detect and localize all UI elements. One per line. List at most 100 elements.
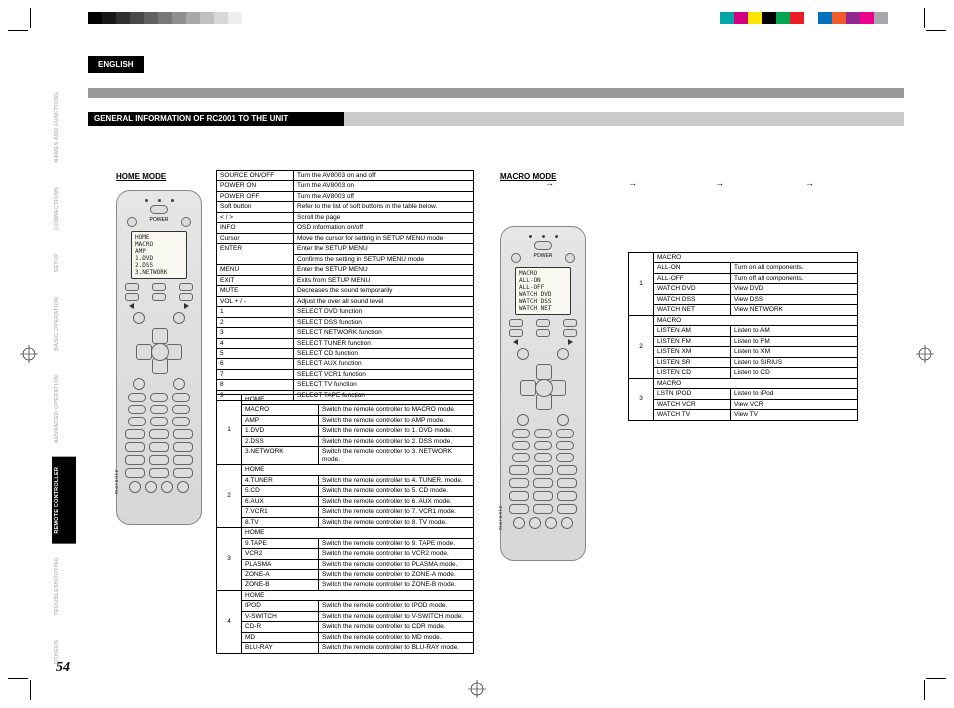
page-prev-icon <box>129 303 134 309</box>
cell-value: Switch the remote controller to V-SWITCH… <box>319 611 474 621</box>
table-home-functions: SOURCE ON/OFFTurn the AV8003 on and offP… <box>216 170 474 401</box>
cell-key: MACRO <box>654 378 858 388</box>
cell-key: 1 <box>217 307 294 317</box>
cell-key: 2 <box>217 317 294 327</box>
cell-value: Scroll the page <box>294 212 474 222</box>
cell-key: 6.AUX <box>242 496 319 506</box>
cell-value: Listen to AM <box>731 326 858 336</box>
cell-key: 9.TAPE <box>242 538 319 548</box>
cell-value: View DVD <box>731 284 858 294</box>
remote-home: POWER HOMEMACROAMP1.DVD2.DSS3.NETWORK ma… <box>116 190 202 525</box>
cell-value: Listen to FM <box>731 336 858 346</box>
cell-value: View NETWORK <box>731 305 858 315</box>
cell-value: Turn the AV8003 on <box>294 181 474 191</box>
arrow-right-icon: → <box>628 178 637 188</box>
page-number: 54 <box>56 660 70 676</box>
cell-group-index: 3 <box>629 378 654 420</box>
screen-line: 1.DVD <box>135 255 183 262</box>
cell-value: Switch the remote controller to 6. AUX m… <box>319 496 474 506</box>
menu-button <box>133 378 145 390</box>
cell-key: SOURCE ON/OFF <box>217 171 294 181</box>
cell-key: WATCH TV <box>654 410 731 420</box>
cell-key: WATCH NET <box>654 305 731 315</box>
cell-value: Listen to SIRIUS <box>731 357 858 367</box>
arrow-right-icon: → <box>715 178 724 188</box>
screen-line: MACRO <box>519 270 567 277</box>
page-arrows <box>123 303 195 309</box>
cell-group-index: 1 <box>217 395 242 465</box>
brand-label: marantz <box>498 505 504 530</box>
cell-key: VOL + / - <box>217 296 294 306</box>
power-label: POWER <box>150 217 169 227</box>
soft-buttons-row <box>123 283 195 291</box>
crop-mark <box>926 678 946 679</box>
cell-value: View DSS <box>731 294 858 304</box>
cell-value: SELECT DVD function <box>294 307 474 317</box>
cell-key: LSTN IPOD <box>654 389 731 399</box>
cell-value: Refer to the list of soft buttons in the… <box>294 202 474 212</box>
soft-buttons-row <box>123 293 195 301</box>
screen-line: WATCH DSS <box>519 298 567 305</box>
side-tab: NAMES AND FUNCTIONS <box>52 82 76 173</box>
cell-value: Switch the remote controller to ZONE-B m… <box>319 580 474 590</box>
cell-value: SELECT AUX function <box>294 359 474 369</box>
cell-key: HOME <box>242 590 474 600</box>
cell-key: POWER OFF <box>217 191 294 201</box>
remote-screen-macro: MACROALL-ONALL-OFFWATCH DVDWATCH DSSWATC… <box>515 267 571 315</box>
cell-value: Listen to iPod <box>731 389 858 399</box>
color-strip <box>720 12 888 24</box>
crop-mark <box>8 30 28 31</box>
cell-value: Switch the remote controller to 3. NETWO… <box>319 447 474 465</box>
cell-key: LISTEN XM <box>654 347 731 357</box>
cell-key: MENU <box>217 265 294 275</box>
screen-line: HOME <box>135 234 183 241</box>
cell-key: 7.VCR1 <box>242 507 319 517</box>
table-macro: 1MACROALL-ONTurn on all components.ALL-O… <box>628 252 858 421</box>
language-label: ENGLISH <box>88 56 144 73</box>
screen-line: 2.DSS <box>135 262 183 269</box>
cell-value: Confirms the setting in SETUP MENU mode <box>294 254 474 264</box>
arrow-right-icon: → <box>545 178 554 188</box>
screen-line: 3.NETWORK <box>135 269 183 276</box>
cell-key: V-SWITCH <box>242 611 319 621</box>
crop-mark <box>924 680 925 700</box>
cell-group-index: 4 <box>217 590 242 653</box>
cell-value: Adjust the over all sound level <box>294 296 474 306</box>
cell-key: LISTEN SR <box>654 357 731 367</box>
screen-line: WATCH DVD <box>519 291 567 298</box>
cell-key: WATCH VCR <box>654 399 731 409</box>
screen-line: ALL-ON <box>519 277 567 284</box>
cell-value: View VCR <box>731 399 858 409</box>
exit-button <box>173 378 185 390</box>
cell-value: View TV <box>731 410 858 420</box>
cell-value: SELECT DSS function <box>294 317 474 327</box>
cell-key: 5.CD <box>242 486 319 496</box>
cell-value: Switch the remote controller to 1. DVD m… <box>319 426 474 436</box>
cell-key: POWER ON <box>217 181 294 191</box>
cell-value: Exits from SETUP MENU <box>294 275 474 285</box>
section-header: GENERAL INFORMATION OF RC2001 TO THE UNI… <box>88 112 904 126</box>
header-divider <box>88 88 904 98</box>
side-nav: NAMES AND FUNCTIONSCONNECTIONSSETUPBASIC… <box>52 82 76 675</box>
cell-key: ZONE-A <box>242 569 319 579</box>
cell-value: Enter the SETUP MENU <box>294 244 474 254</box>
cell-key: 5 <box>217 348 294 358</box>
dpad <box>136 328 182 374</box>
cell-key: 3 <box>217 328 294 338</box>
cell-key: < / > <box>217 212 294 222</box>
cell-key: HOME <box>242 528 474 538</box>
cell-value: SELECT CD function <box>294 348 474 358</box>
cell-value: Enter the SETUP MENU <box>294 265 474 275</box>
screen-line: ALL-OFF <box>519 284 567 291</box>
cell-group-index: 2 <box>629 315 654 378</box>
cell-key: MD <box>242 632 319 642</box>
remote-macro: POWER MACROALL-ONALL-OFFWATCH DVDWATCH D… <box>500 226 586 561</box>
cell-value: SELECT NETWORK function <box>294 328 474 338</box>
cell-key: ALL-OFF <box>654 273 731 283</box>
dpad-left <box>136 344 152 360</box>
cell-value: Listen to XM <box>731 347 858 357</box>
cell-key: MACRO <box>654 253 858 263</box>
cell-key: MACRO <box>242 405 319 415</box>
cell-key: CD-R <box>242 622 319 632</box>
cell-key: BLU-RAY <box>242 643 319 653</box>
